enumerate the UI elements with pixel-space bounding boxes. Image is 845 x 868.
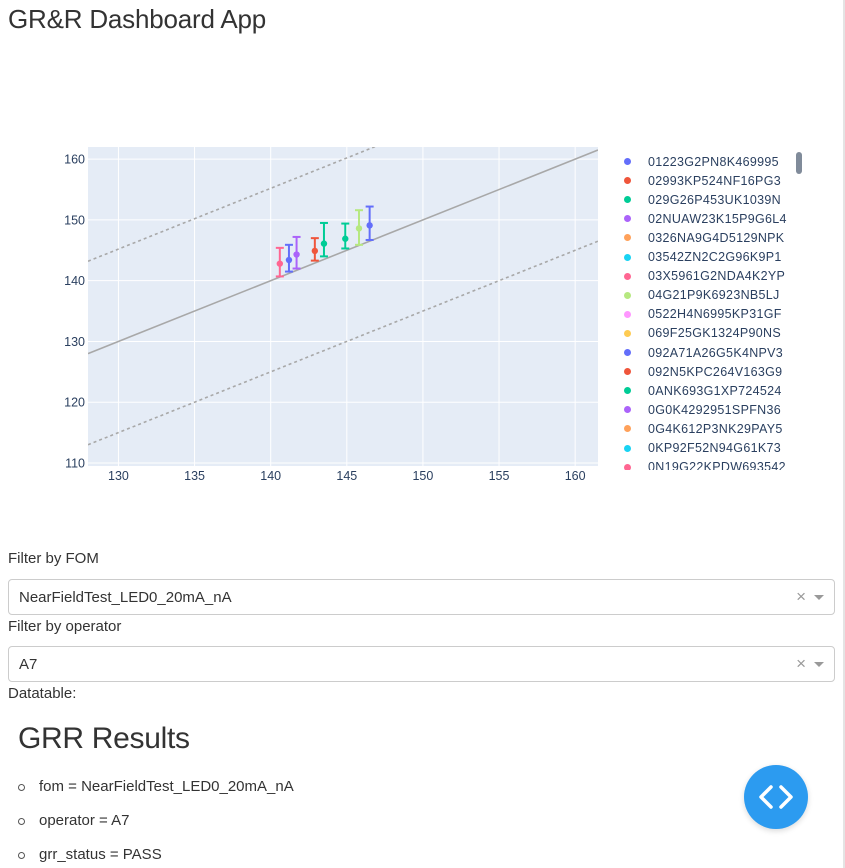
data-point <box>355 225 363 232</box>
legend-item[interactable]: 0522H4N6995KP31GF <box>615 305 805 324</box>
legend-label: 069F25GK1324P90NS <box>648 326 781 341</box>
legend-item[interactable]: 03542ZN2C2G96K9P1 <box>615 248 805 267</box>
x-tick-label: 160 <box>565 469 586 483</box>
legend-label: 02993KP524NF16PG3 <box>648 173 781 188</box>
legend-marker-icon <box>624 310 631 318</box>
legend-marker-icon <box>624 253 631 261</box>
legend-marker-icon <box>624 387 631 395</box>
fom-dropdown[interactable]: NearFieldTest_LED0_20mA_nA × <box>8 579 835 615</box>
legend-label: 0522H4N6995KP31GF <box>648 307 782 322</box>
y-tick-label: 120 <box>64 396 85 410</box>
legend-label: 0KP92F52N94G61K73 <box>648 441 781 455</box>
result-item-fom: fom = NearFieldTest_LED0_20mA_nA <box>18 776 294 810</box>
legend-scrollbar[interactable] <box>796 152 802 174</box>
x-axis-ticks: 130 135 140 145 150 155 160 <box>108 469 586 483</box>
legend-item[interactable]: 01223G2PN8K469995 <box>615 152 805 171</box>
fom-dropdown-value: NearFieldTest_LED0_20mA_nA <box>19 589 232 606</box>
legend-label: 03X5961G2NDA4K2YP <box>648 269 786 284</box>
data-point <box>276 260 284 267</box>
legend-marker-icon <box>624 215 631 223</box>
legend-item[interactable]: 0326NA9G4D5129NPK <box>615 228 805 247</box>
x-tick-label: 130 <box>108 469 129 483</box>
legend-label: 0326NA9G4D5129NPK <box>648 230 785 245</box>
x-tick-label: 145 <box>336 469 357 483</box>
data-point <box>366 222 373 229</box>
legend-label: 0N19G22KPDW693542 <box>648 460 786 470</box>
x-tick-label: 135 <box>184 469 205 483</box>
operator-dropdown-value: A7 <box>19 656 38 673</box>
legend-marker-icon <box>624 406 631 414</box>
legend-item[interactable]: 0N19G22KPDW693542 <box>615 458 805 470</box>
legend-label: 01223G2PN8K469995 <box>648 154 779 169</box>
legend-item[interactable]: 092A71A26G5K4NPV3 <box>615 343 805 362</box>
legend-item[interactable]: 03X5961G2NDA4K2YP <box>615 267 805 286</box>
legend-item[interactable]: 0KP92F52N94G61K73 <box>615 439 805 458</box>
legend-marker-icon <box>624 158 631 165</box>
legend-label: 02NUAW23K15P9G6L4 <box>648 211 787 226</box>
chart-legend[interactable]: 01223G2PN8K469995 02993KP524NF16PG3 029G26… <box>615 150 810 470</box>
legend-item[interactable]: 0ANK693G1XP724524 <box>615 381 805 400</box>
fom-clear-icon[interactable]: × <box>796 587 806 607</box>
data-point <box>320 240 328 247</box>
y-tick-label: 140 <box>64 274 85 288</box>
legend-item[interactable]: 02993KP524NF16PG3 <box>615 171 805 190</box>
fom-chevron-down-icon[interactable] <box>814 595 824 600</box>
legend-label: 04G21P9K6923NB5LJ <box>648 288 780 303</box>
y-tick-label: 130 <box>64 335 85 349</box>
results-list: fom = NearFieldTest_LED0_20mA_nA operato… <box>18 776 294 868</box>
legend-marker-icon <box>624 444 631 452</box>
x-tick-label: 155 <box>489 469 510 483</box>
legend-marker-icon <box>624 349 631 356</box>
data-point <box>293 251 300 258</box>
legend-marker-icon <box>624 463 631 470</box>
legend-item[interactable]: 0G4K612P3NK29PAY5 <box>615 419 805 438</box>
y-tick-label: 150 <box>64 213 85 227</box>
operator-dropdown[interactable]: A7 × <box>8 646 835 682</box>
legend-marker-icon <box>624 329 631 337</box>
legend-item[interactable]: 0G0K4292951SPFN36 <box>615 400 805 419</box>
legend-label: 03542ZN2C2G96K9P1 <box>648 250 782 264</box>
legend-label: 092A71A26G5K4NPV3 <box>648 345 784 360</box>
legend-marker-icon <box>624 196 631 204</box>
results-title: GRR Results <box>18 722 190 755</box>
result-item-operator: operator = A7 <box>18 810 294 844</box>
result-item-grr-status: grr_status = PASS <box>18 844 294 868</box>
legend-marker-icon <box>624 234 631 242</box>
legend-marker-icon <box>624 291 631 299</box>
x-tick-label: 150 <box>412 469 433 483</box>
operator-clear-icon[interactable]: × <box>796 654 806 674</box>
y-tick-label: 160 <box>64 153 85 167</box>
legend-marker-icon <box>624 425 631 433</box>
legend-item[interactable]: 04G21P9K6923NB5LJ <box>615 286 805 305</box>
code-brackets-icon <box>759 785 793 809</box>
plot-area <box>88 147 598 466</box>
legend-item[interactable]: 029G26P453UK1039N <box>615 190 805 209</box>
operator-filter-label: Filter by operator <box>8 618 122 635</box>
grr-chart[interactable]: 130 135 140 145 150 155 160 110 120 130 140 150 160 <box>0 140 615 490</box>
code-toggle-button[interactable] <box>744 765 808 829</box>
operator-chevron-down-icon[interactable] <box>814 662 824 667</box>
legend-item[interactable]: 02NUAW23K15P9G6L4 <box>615 209 805 228</box>
legend-label: 0G0K4292951SPFN36 <box>648 402 781 417</box>
legend-marker-icon <box>624 272 631 280</box>
legend-item[interactable]: 092N5KPC264V163G9 <box>615 362 805 381</box>
data-point <box>285 256 293 264</box>
y-tick-label: 110 <box>65 456 85 470</box>
datatable-label: Datatable: <box>8 685 77 702</box>
app-title: GR&R Dashboard App <box>8 4 266 34</box>
y-axis-ticks: 110 120 130 140 150 160 <box>64 153 85 471</box>
legend-label: 029G26P453UK1039N <box>648 192 781 207</box>
legend-marker-icon <box>624 177 631 185</box>
legend-label: 0ANK693G1XP724524 <box>648 383 782 398</box>
legend-label: 0G4K612P3NK29PAY5 <box>648 421 783 436</box>
legend-marker-icon <box>624 368 631 376</box>
legend-label: 092N5KPC264V163G9 <box>648 364 783 379</box>
fom-filter-label: Filter by FOM <box>8 550 99 567</box>
data-point <box>342 235 349 242</box>
legend-item[interactable]: 069F25GK1324P90NS <box>615 324 805 343</box>
x-tick-label: 140 <box>260 469 281 483</box>
data-point <box>311 247 319 255</box>
page: GR&R Dashboard App 130 135 140 145 150 155 160… <box>0 0 845 868</box>
